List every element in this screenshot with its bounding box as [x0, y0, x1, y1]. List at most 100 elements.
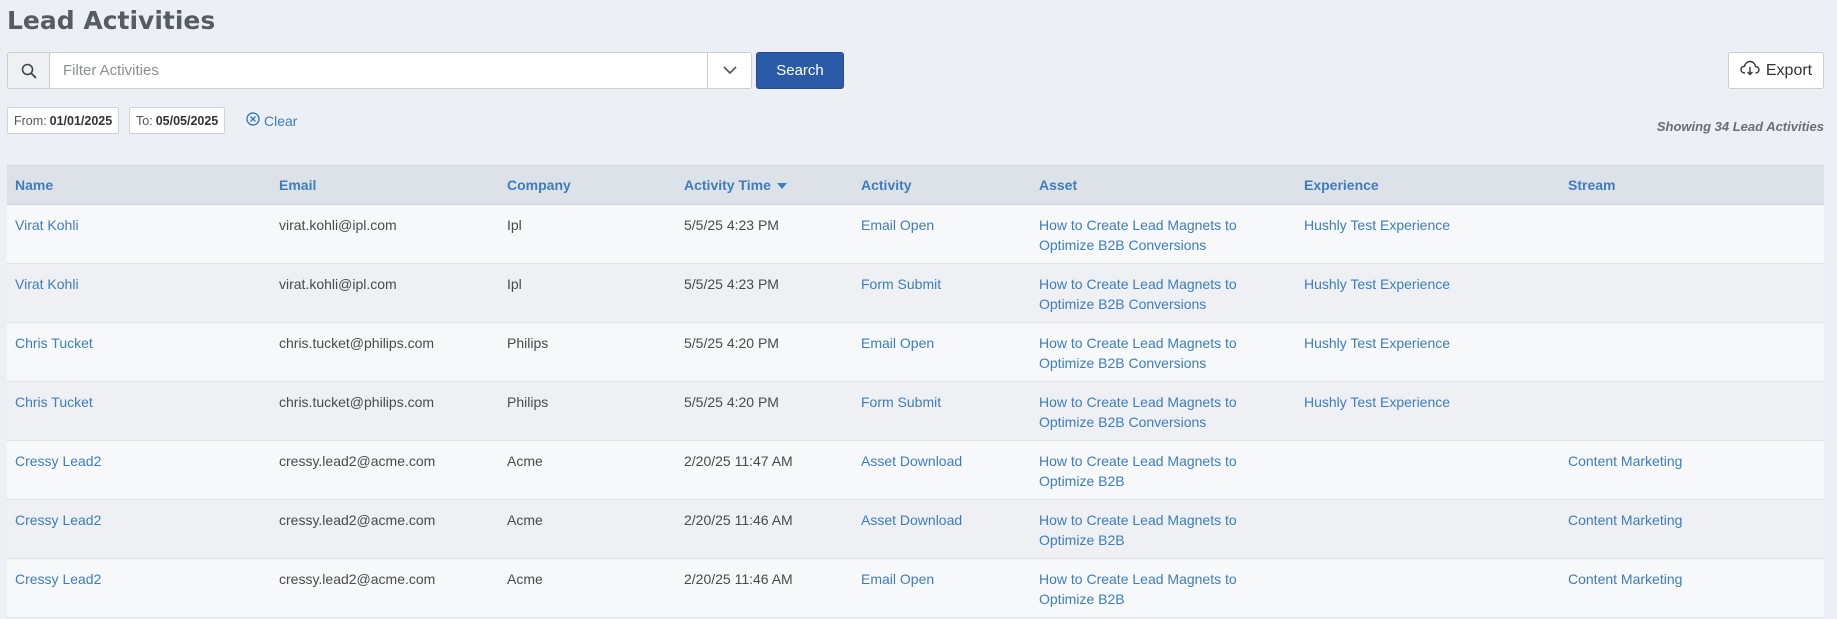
- to-label: To:: [136, 113, 153, 128]
- experience-link[interactable]: Hushly Test Experience: [1304, 276, 1450, 292]
- activity-time: 2/20/25 11:47 AM: [684, 453, 793, 469]
- lead-company: Acme: [507, 571, 543, 587]
- search-bar: [7, 52, 752, 89]
- activity-link[interactable]: Form Submit: [861, 276, 941, 292]
- stream-link[interactable]: Content Marketing: [1568, 571, 1682, 587]
- page-title: Lead Activities: [7, 6, 216, 35]
- lead-company: Philips: [507, 394, 549, 410]
- lead-company: Acme: [507, 453, 543, 469]
- activity-time: 5/5/25 4:20 PM: [684, 394, 779, 410]
- lead-email: chris.tucket@philips.com: [279, 394, 435, 410]
- column-header-company[interactable]: Company: [499, 165, 676, 205]
- table-row: Cressy Lead2 cressy.lead2@acme.com Acme 2/2…: [7, 440, 1824, 500]
- experience-link[interactable]: Hushly Test Experience: [1304, 394, 1450, 410]
- table-header-row: Name Email Company Activity Time Activit…: [7, 165, 1824, 205]
- activity-link[interactable]: Asset Download: [861, 453, 962, 469]
- asset-title-line-1: How to Create Lead Magnets to: [1039, 394, 1237, 410]
- asset-title-line-1: How to Create Lead Magnets to: [1039, 276, 1237, 292]
- table-row: Virat Kohli virat.kohli@ipl.com Ipl 5/5/25 …: [7, 204, 1824, 264]
- asset-title-line-2: Optimize B2B Conversions: [1039, 237, 1207, 253]
- asset-title-line-2: Optimize B2B: [1039, 473, 1125, 489]
- asset-title-line-2: Optimize B2B: [1039, 591, 1125, 607]
- lead-company: Ipl: [507, 276, 522, 292]
- experience-link[interactable]: Hushly Test Experience: [1304, 217, 1450, 233]
- lead-email: chris.tucket@philips.com: [279, 335, 435, 351]
- stream-link[interactable]: Content Marketing: [1568, 453, 1682, 469]
- lead-company: Acme: [507, 512, 543, 528]
- table-row: Cressy Lead2 cressy.lead2@acme.com Acme 2/2…: [7, 499, 1824, 559]
- asset-title-line-2: Optimize B2B: [1039, 532, 1125, 548]
- activity-link[interactable]: Email Open: [861, 571, 934, 587]
- table-row: Virat Kohli virat.kohli@ipl.com Ipl 5/5/25 …: [7, 263, 1824, 323]
- lead-email: virat.kohli@ipl.com: [279, 217, 397, 233]
- column-header-asset[interactable]: Asset: [1031, 165, 1296, 205]
- asset-title-line-1: How to Create Lead Magnets to: [1039, 571, 1237, 587]
- asset-title-line-2: Optimize B2B Conversions: [1039, 414, 1207, 430]
- lead-email: virat.kohli@ipl.com: [279, 276, 397, 292]
- asset-title-line-2: Optimize B2B Conversions: [1039, 296, 1207, 312]
- experience-link[interactable]: Hushly Test Experience: [1304, 335, 1450, 351]
- lead-name-link[interactable]: Chris Tucket: [15, 394, 93, 410]
- lead-name-link[interactable]: Virat Kohli: [15, 217, 79, 233]
- sort-desc-icon: [776, 183, 787, 190]
- asset-link[interactable]: How to Create Lead Magnets to Optimize B2…: [1039, 215, 1288, 255]
- filter-activities-input[interactable]: [50, 53, 707, 88]
- asset-link[interactable]: How to Create Lead Magnets to Optimize B2…: [1039, 392, 1288, 432]
- from-value: 01/01/2025: [49, 113, 113, 128]
- chevron-down-icon[interactable]: [707, 53, 751, 88]
- date-from-chip[interactable]: From: 01/01/2025: [7, 107, 120, 134]
- export-label: Export: [1765, 61, 1813, 79]
- activity-time: 5/5/25 4:23 PM: [684, 276, 779, 292]
- activity-link[interactable]: Email Open: [861, 335, 934, 351]
- search-icon[interactable]: [8, 53, 50, 88]
- asset-link[interactable]: How to Create Lead Magnets to Optimize B2…: [1039, 569, 1288, 609]
- lead-email: cressy.lead2@acme.com: [279, 453, 436, 469]
- activity-time: 5/5/25 4:23 PM: [684, 217, 779, 233]
- activity-link[interactable]: Email Open: [861, 217, 934, 233]
- from-label: From:: [14, 113, 47, 128]
- lead-email: cressy.lead2@acme.com: [279, 512, 436, 528]
- column-header-activity-time[interactable]: Activity Time: [676, 165, 853, 205]
- asset-link[interactable]: How to Create Lead Magnets to Optimize B2…: [1039, 451, 1288, 491]
- clear-filter-link[interactable]: Clear: [246, 112, 297, 129]
- table-body: Virat Kohli virat.kohli@ipl.com Ipl 5/5/25 …: [7, 204, 1824, 618]
- activity-time-label: Activity Time: [684, 177, 771, 193]
- activity-link[interactable]: Asset Download: [861, 512, 962, 528]
- lead-activities-table: Name Email Company Activity Time Activit…: [7, 165, 1824, 618]
- activity-time: 5/5/25 4:20 PM: [684, 335, 779, 351]
- lead-name-link[interactable]: Virat Kohli: [15, 276, 79, 292]
- asset-title-line-1: How to Create Lead Magnets to: [1039, 217, 1237, 233]
- column-header-activity[interactable]: Activity: [853, 165, 1031, 205]
- to-value: 05/05/2025: [155, 113, 219, 128]
- table-row: Chris Tucket chris.tucket@philips.com Phil…: [7, 322, 1824, 382]
- search-button[interactable]: Search: [756, 52, 844, 89]
- lead-name-link[interactable]: Cressy Lead2: [15, 571, 101, 587]
- asset-title-line-1: How to Create Lead Magnets to: [1039, 335, 1237, 351]
- clear-circle-icon: [246, 112, 260, 129]
- lead-email: cressy.lead2@acme.com: [279, 571, 436, 587]
- column-header-name[interactable]: Name: [7, 165, 271, 205]
- export-button[interactable]: Export: [1728, 52, 1824, 89]
- stream-link[interactable]: Content Marketing: [1568, 512, 1682, 528]
- table-row: Cressy Lead2 cressy.lead2@acme.com Acme 2/2…: [7, 558, 1824, 618]
- lead-name-link[interactable]: Cressy Lead2: [15, 512, 101, 528]
- asset-title-line-1: How to Create Lead Magnets to: [1039, 453, 1237, 469]
- asset-link[interactable]: How to Create Lead Magnets to Optimize B2…: [1039, 333, 1288, 373]
- asset-link[interactable]: How to Create Lead Magnets to Optimize B2…: [1039, 274, 1288, 314]
- column-header-email[interactable]: Email: [271, 165, 499, 205]
- activity-link[interactable]: Form Submit: [861, 394, 941, 410]
- lead-company: Ipl: [507, 217, 522, 233]
- lead-name-link[interactable]: Chris Tucket: [15, 335, 93, 351]
- lead-name-link[interactable]: Cressy Lead2: [15, 453, 101, 469]
- date-to-chip[interactable]: To: 05/05/2025: [129, 107, 226, 134]
- results-count: Showing 34 Lead Activities: [1656, 119, 1824, 134]
- lead-company: Philips: [507, 335, 549, 351]
- asset-title-line-2: Optimize B2B Conversions: [1039, 355, 1207, 371]
- asset-link[interactable]: How to Create Lead Magnets to Optimize B2…: [1039, 510, 1288, 550]
- column-header-experience[interactable]: Experience: [1296, 165, 1560, 205]
- asset-title-line-1: How to Create Lead Magnets to: [1039, 512, 1237, 528]
- column-header-stream[interactable]: Stream: [1560, 165, 1824, 205]
- cloud-download-icon: [1740, 60, 1760, 81]
- activity-time: 2/20/25 11:46 AM: [684, 571, 793, 587]
- activity-time: 2/20/25 11:46 AM: [684, 512, 793, 528]
